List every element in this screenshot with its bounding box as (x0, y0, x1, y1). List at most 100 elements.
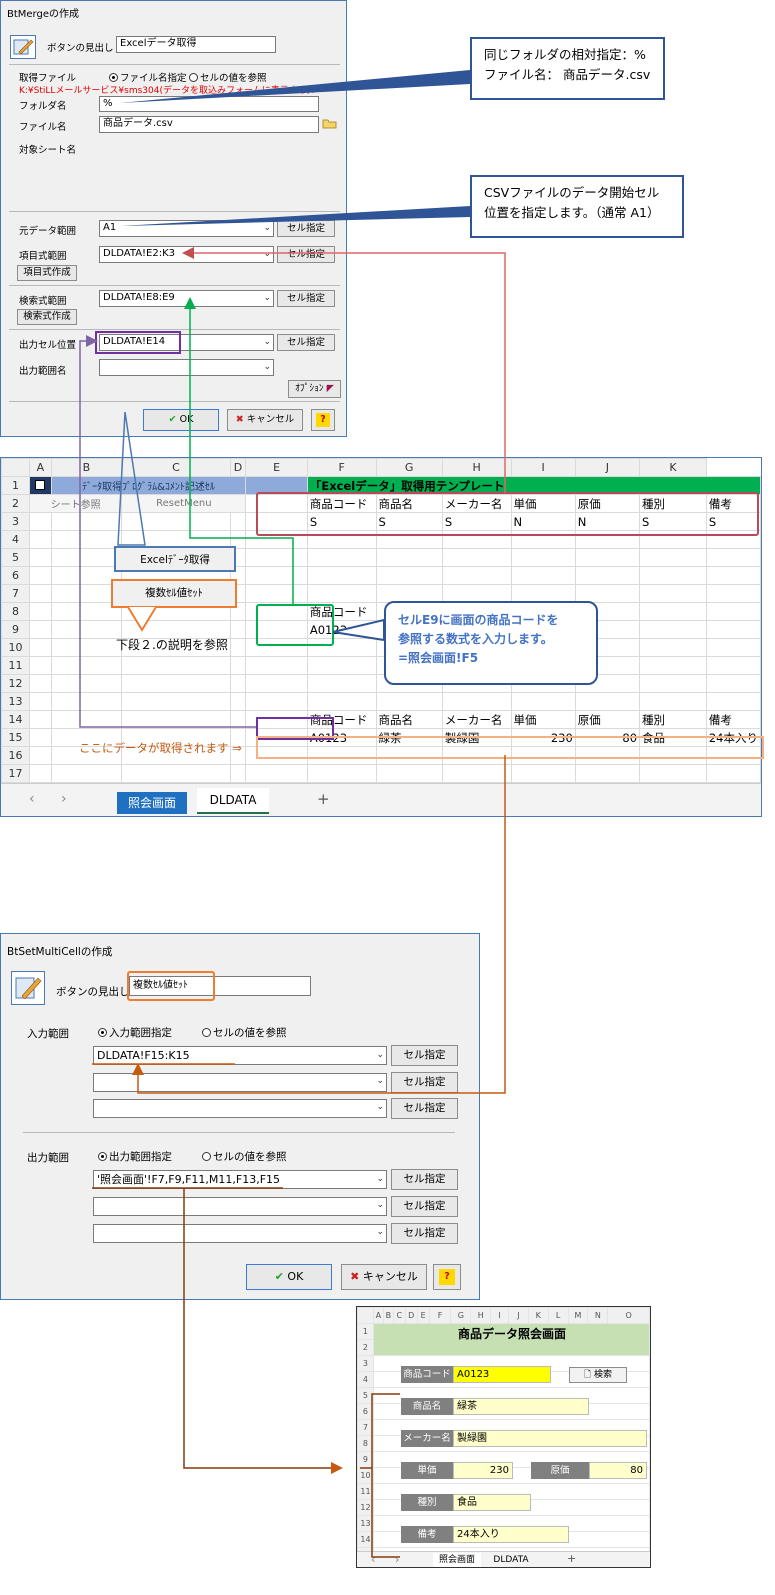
row-header[interactable]: 11 (1, 656, 31, 675)
output-header-cell[interactable]: 単価 (510, 710, 576, 729)
col-header[interactable]: J (574, 458, 641, 477)
row-header[interactable]: 9 (1, 620, 31, 639)
source-range-combo[interactable]: A1 ⌄ (99, 220, 274, 237)
cell-select-button[interactable]: セル指定 (391, 1045, 458, 1066)
output-header-cell[interactable]: 原価 (574, 710, 641, 729)
row-header[interactable]: 3 (1, 512, 31, 531)
row-header[interactable]: 2 (357, 1339, 374, 1356)
radio-filename[interactable]: ファイル名指定 (109, 70, 187, 84)
search-make-button[interactable]: 検索式作成 (17, 309, 77, 325)
row-header[interactable]: 7 (357, 1419, 374, 1436)
col-header[interactable]: H (470, 1307, 492, 1324)
row-header[interactable]: 5 (1, 548, 31, 567)
col-header[interactable]: E (416, 1307, 430, 1324)
row-header[interactable]: 8 (357, 1435, 374, 1452)
help-button[interactable]: ? (433, 1264, 461, 1290)
chevron-left-icon[interactable]: ‹ (371, 1553, 375, 1566)
cell-select-button[interactable]: セル指定 (277, 220, 335, 237)
caption-input[interactable]: Excelデータ取得 (116, 36, 276, 53)
cell-select-button[interactable]: セル指定 (277, 246, 335, 263)
search-range-combo[interactable]: DLDATA!E8:E9 ⌄ (99, 290, 274, 307)
output-range-combo[interactable]: '照会画面'!F7,F9,F11,M11,F13,F15 ⌄ (93, 1170, 387, 1189)
row-header[interactable]: 15 (1, 728, 31, 747)
output-header-cell[interactable]: 備考 (705, 710, 761, 729)
col-header[interactable]: I (510, 458, 576, 477)
option-button[interactable]: ｵﾌﾟｼｮﾝ ◤ (288, 380, 341, 398)
help-button[interactable]: ? (311, 409, 335, 431)
output-header-cell[interactable]: 種別 (639, 710, 707, 729)
cell-select-button[interactable]: セル指定 (277, 290, 335, 307)
name-field[interactable]: 緑茶 (453, 1398, 589, 1415)
tab-dldata[interactable]: DLDATA (489, 1553, 533, 1567)
col-header[interactable]: B (50, 458, 123, 477)
row-header[interactable]: 6 (1, 566, 31, 585)
row-header[interactable]: 6 (357, 1403, 374, 1420)
cell-select-button[interactable]: セル指定 (391, 1169, 458, 1190)
input-range-combo[interactable]: DLDATA!F15:K15 ⌄ (93, 1046, 387, 1065)
row-header[interactable]: 3 (357, 1355, 374, 1372)
cancel-button[interactable]: ✖ キャンセル (227, 409, 303, 431)
cost-field[interactable]: 80 (589, 1462, 647, 1479)
row-header[interactable]: 14 (357, 1531, 374, 1548)
row-header[interactable]: 12 (1, 674, 31, 693)
row-header[interactable]: 1 (1, 476, 31, 495)
tab-inquiry[interactable]: 照会画面 (433, 1553, 481, 1567)
col-header[interactable]: H (441, 458, 512, 477)
ok-button[interactable]: ✔ OK (246, 1264, 332, 1290)
chevron-left-icon[interactable]: ‹ (29, 791, 35, 807)
multi-cell-set-button[interactable]: 複数ｾﾙ値ｾｯﾄ (111, 579, 237, 608)
col-header[interactable]: A (372, 1307, 384, 1324)
col-header[interactable]: B (382, 1307, 394, 1324)
row-header[interactable]: 2 (1, 494, 31, 513)
search-button[interactable]: 🗋 検索 (569, 1367, 627, 1383)
ok-button[interactable]: ✔ OK (143, 409, 219, 431)
col-header[interactable]: M (567, 1307, 589, 1324)
output-range-combo-3[interactable]: ⌄ (93, 1224, 387, 1243)
menu-square[interactable] (29, 476, 52, 495)
row-header[interactable]: 11 (357, 1483, 374, 1500)
col-header[interactable]: N (587, 1307, 609, 1324)
col-header[interactable]: K (639, 458, 707, 477)
radio-output-range[interactable]: 出力範囲指定 (98, 1149, 172, 1164)
excel-data-get-button[interactable]: Excelﾃﾞｰﾀ取得 (114, 546, 236, 572)
col-header[interactable]: F (306, 458, 377, 477)
col-header[interactable]: G (450, 1307, 472, 1324)
row-header[interactable]: 13 (357, 1515, 374, 1532)
item-make-button[interactable]: 項目式作成 (17, 265, 77, 281)
sheet-ref-button[interactable]: シート参照 (29, 494, 123, 513)
row-header[interactable]: 9 (357, 1451, 374, 1468)
row-header[interactable]: 17 (1, 764, 31, 783)
reset-menu-button[interactable]: ResetMenu (121, 494, 247, 513)
code-input[interactable]: A0123 (453, 1366, 551, 1383)
col-header[interactable]: C (121, 458, 231, 477)
item-range-combo[interactable]: DLDATA!E2:K3 ⌄ (99, 246, 274, 263)
output-header-cell[interactable]: 商品名 (375, 710, 443, 729)
radio-input-range[interactable]: 入力範囲指定 (98, 1025, 172, 1040)
cell-select-button[interactable]: セル指定 (391, 1098, 458, 1119)
kind-field[interactable]: 食品 (453, 1494, 531, 1511)
radio-cell-value[interactable]: セルの値を参照 (202, 1025, 287, 1040)
col-header[interactable]: I (490, 1307, 510, 1324)
col-header[interactable]: G (375, 458, 443, 477)
tab-dldata[interactable]: DLDATA (197, 788, 269, 814)
row-header[interactable]: 8 (1, 602, 31, 621)
cancel-button[interactable]: ✖ キャンセル (341, 1264, 427, 1290)
price-field[interactable]: 230 (453, 1462, 513, 1479)
col-header[interactable]: D (404, 1307, 418, 1324)
row-header[interactable]: 14 (1, 710, 31, 729)
output-range-name-combo[interactable]: ⌄ (99, 359, 274, 376)
col-header[interactable]: D (229, 458, 247, 477)
row-header[interactable]: 5 (357, 1387, 374, 1404)
cell-select-button[interactable]: セル指定 (391, 1196, 458, 1217)
output-header-cell[interactable]: メーカー名 (441, 710, 512, 729)
folder-open-icon[interactable] (321, 114, 339, 132)
row-header[interactable]: 7 (1, 584, 31, 603)
cell-select-button[interactable]: セル指定 (391, 1072, 458, 1093)
tab-inquiry[interactable]: 照会画面 (117, 792, 187, 814)
add-sheet-icon[interactable]: + (567, 1552, 576, 1565)
col-header[interactable]: K (527, 1307, 549, 1324)
row-header[interactable]: 10 (357, 1467, 374, 1484)
radio-cell-value[interactable]: セルの値を参照 (202, 1149, 287, 1164)
note-field[interactable]: 24本入り (453, 1526, 569, 1543)
col-header[interactable]: F (428, 1307, 452, 1324)
